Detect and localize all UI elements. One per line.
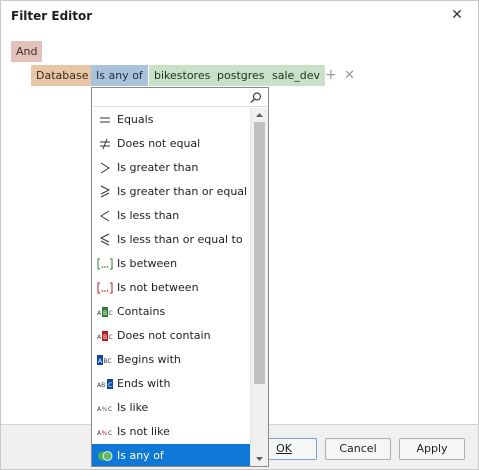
operator-item-does-not-equal[interactable]: Does not equal xyxy=(92,132,250,156)
any-of-icon xyxy=(98,451,113,461)
operator-item-between[interactable]: Is between xyxy=(92,252,250,276)
like-icon: A% C xyxy=(97,406,112,413)
operator-item-is-any-of[interactable]: Is any of xyxy=(92,444,250,466)
svg-text:BC: BC xyxy=(104,358,112,365)
window-title: Filter Editor xyxy=(11,9,93,23)
close-icon[interactable]: ✕ xyxy=(450,8,464,22)
ends-with-icon: AB C xyxy=(97,379,113,389)
filter-editor-window: Filter Editor ✕ And Database Is any of b… xyxy=(0,0,479,470)
value-chip[interactable]: postgres xyxy=(212,65,270,86)
not-between-icon xyxy=(97,282,113,294)
operator-item-contains[interactable]: ABC Contains xyxy=(92,300,250,324)
operator-item-is-like[interactable]: A% C Is like xyxy=(92,396,250,420)
value-chip[interactable]: sale_dev xyxy=(267,65,326,86)
search-icon xyxy=(250,92,262,103)
scroll-up-icon[interactable] xyxy=(251,108,268,122)
dropdown-scrollbar[interactable] xyxy=(250,108,268,466)
operator-list: Equals Does not equal Is greater than Is… xyxy=(92,108,250,466)
field-chip[interactable]: Database xyxy=(31,65,94,86)
value-chip[interactable]: bikestores xyxy=(149,65,216,86)
svg-text:A: A xyxy=(97,334,102,341)
title-bar: Filter Editor ✕ xyxy=(1,1,478,31)
remove-condition-icon[interactable]: ✕ xyxy=(344,65,355,86)
cancel-button[interactable]: Cancel xyxy=(325,438,391,460)
between-icon xyxy=(97,258,113,270)
not-equal-icon xyxy=(100,138,110,150)
svg-text:C: C xyxy=(108,430,112,437)
less-or-equal-icon xyxy=(99,233,110,246)
operator-item-equals[interactable]: Equals xyxy=(92,108,250,132)
operator-item-greater-than[interactable]: Is greater than xyxy=(92,156,250,180)
operator-item-is-not-like[interactable]: A% C Is not like xyxy=(92,420,250,444)
operator-item-does-not-contain[interactable]: ABC Does not contain xyxy=(92,324,250,348)
svg-text:AB: AB xyxy=(97,382,105,389)
operator-item-less-than[interactable]: Is less than xyxy=(92,204,250,228)
contains-icon: ABC xyxy=(97,307,113,317)
operator-item-less-or-equal[interactable]: Is less than or equal to xyxy=(92,228,250,252)
equals-icon xyxy=(100,117,110,123)
svg-text:B: B xyxy=(103,310,107,317)
operator-item-greater-or-equal[interactable]: Is greater than or equal to xyxy=(92,180,250,204)
group-operator-chip[interactable]: And xyxy=(11,41,43,62)
svg-text:C: C xyxy=(108,406,112,413)
does-not-contain-icon: ABC xyxy=(97,331,113,341)
scroll-down-icon[interactable] xyxy=(251,452,268,466)
operator-dropdown: Equals Does not equal Is greater than Is… xyxy=(91,87,269,467)
operator-item-ends-with[interactable]: AB C Ends with xyxy=(92,372,250,396)
not-like-icon: A% C xyxy=(97,430,112,437)
greater-or-equal-icon xyxy=(100,185,111,198)
svg-text:%: % xyxy=(102,430,108,437)
less-than-icon xyxy=(100,210,110,222)
apply-button[interactable]: Apply xyxy=(399,438,465,460)
operator-item-begins-with[interactable]: A BC Begins with xyxy=(92,348,250,372)
operator-search-input[interactable] xyxy=(93,89,267,107)
svg-text:C: C xyxy=(109,310,113,317)
scrollbar-thumb[interactable] xyxy=(254,122,265,384)
add-value-icon[interactable]: + xyxy=(325,65,337,86)
svg-text:C: C xyxy=(109,334,113,341)
begins-with-icon: A BC xyxy=(97,355,112,365)
operator-chip[interactable]: Is any of xyxy=(91,65,148,86)
greater-than-icon xyxy=(100,162,110,174)
operator-item-not-between[interactable]: Is not between xyxy=(92,276,250,300)
svg-text:%: % xyxy=(102,406,108,413)
svg-text:A: A xyxy=(97,310,102,317)
svg-text:B: B xyxy=(103,334,107,341)
svg-text:C: C xyxy=(108,382,112,389)
